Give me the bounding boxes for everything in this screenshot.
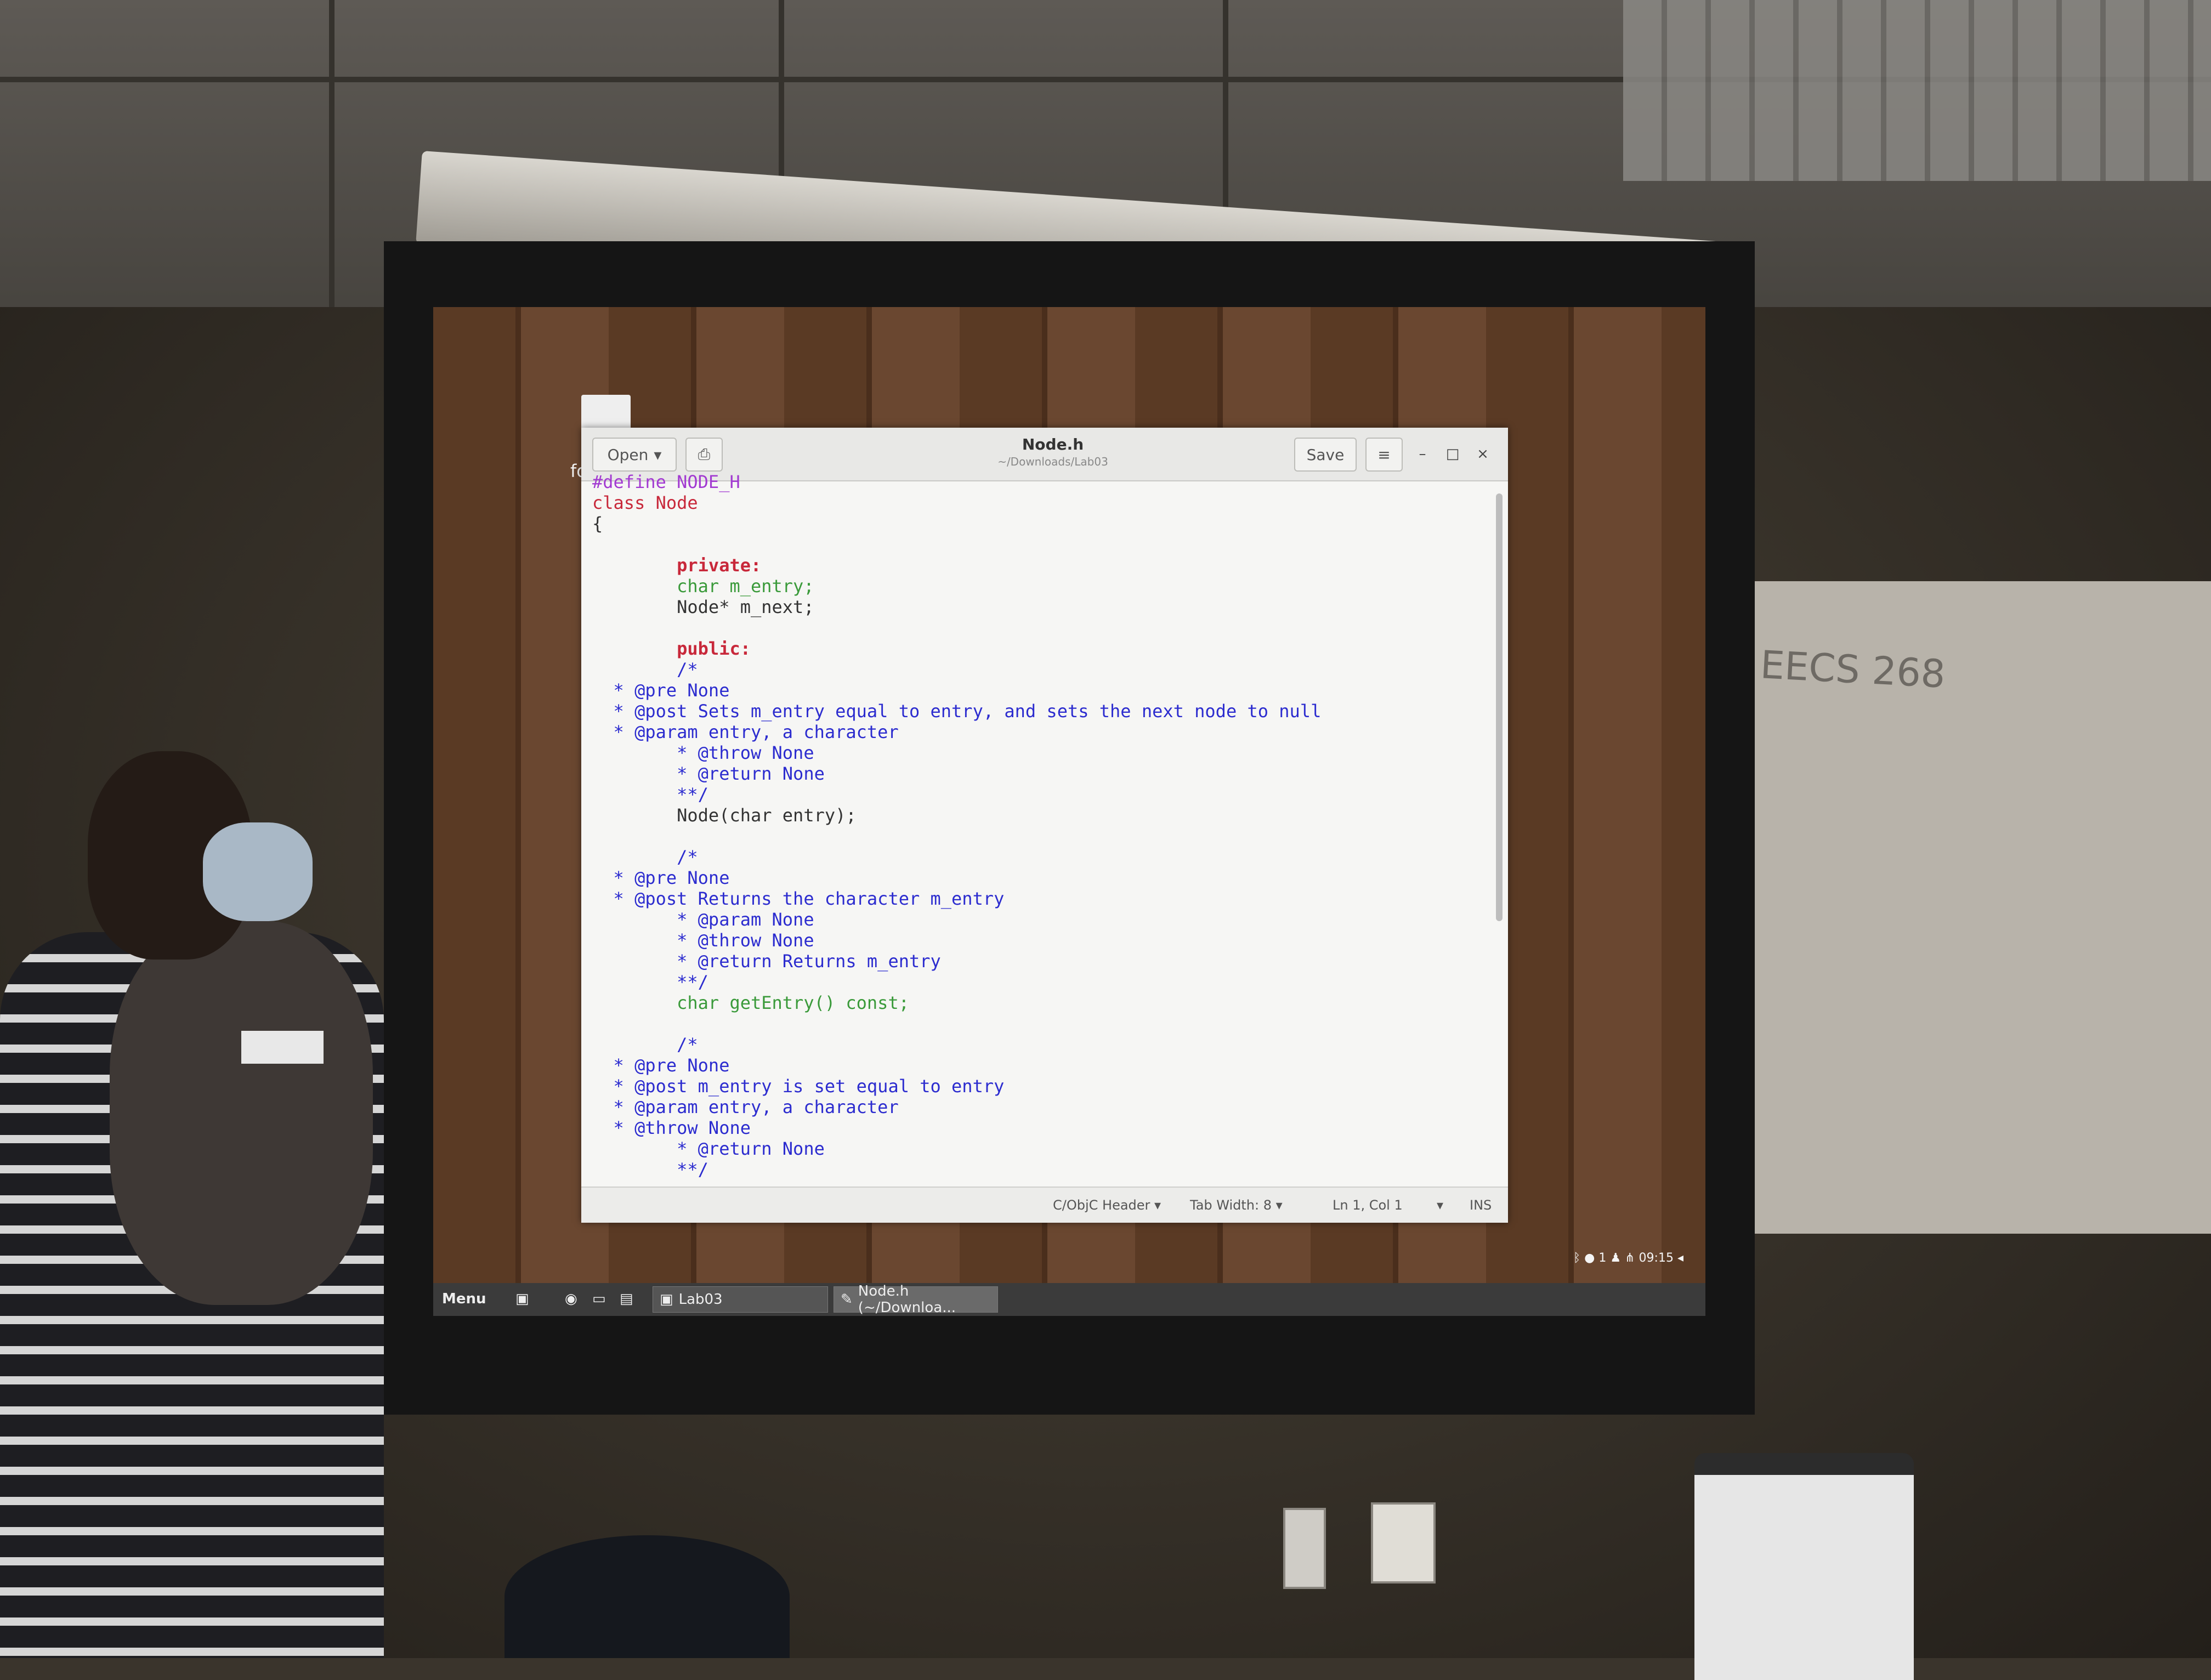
volume-icon[interactable]: ◂: [1677, 1251, 1683, 1265]
code-line: Node(char entry);: [592, 805, 857, 826]
insert-mode: INS: [1470, 1197, 1492, 1213]
new-document-button[interactable]: ⎙: [685, 438, 723, 472]
status-dropdown-icon[interactable]: ▾: [1437, 1197, 1443, 1213]
folder-icon: ▣: [660, 1291, 673, 1308]
window-title: Node.h: [1022, 435, 1084, 453]
code-line: * @post Returns the character m_entry: [592, 888, 1005, 909]
name-tag: [241, 1031, 324, 1064]
maximize-button[interactable]: □: [1439, 441, 1466, 467]
code-line: * @return Returns m_entry: [592, 951, 941, 972]
minimize-icon: –: [1419, 446, 1426, 462]
vertical-scrollbar[interactable]: [1496, 493, 1503, 921]
tab-width-label: Tab Width: 8: [1190, 1197, 1272, 1213]
firefox-icon[interactable]: ◉: [565, 1291, 577, 1307]
code-line: * @param entry, a character: [592, 1097, 899, 1117]
notification-count: 1: [1598, 1251, 1607, 1265]
taskbar-item-label: Lab03: [678, 1291, 723, 1308]
code-line: * @param None: [592, 909, 814, 930]
code-line: #define NODE_H: [592, 472, 740, 492]
bluetooth-icon[interactable]: ᛒ: [1573, 1251, 1580, 1265]
open-button-label: Open: [607, 445, 649, 464]
ceiling-light-panel: [1623, 0, 2211, 181]
status-bar: C/ObjC Header ▾ Tab Width: 8 ▾ Ln 1, Col…: [581, 1187, 1508, 1223]
folder-icon[interactable]: ▣: [515, 1291, 529, 1307]
code-line: * @throw None: [592, 930, 814, 951]
close-icon: ×: [1477, 446, 1489, 462]
taskbar: Menu ▣ ◉ ▭ ▤ ▣ Lab03 ✎ Node.h (~/Downloa…: [433, 1251, 1705, 1316]
air-purifier: [1694, 1453, 1914, 1680]
taskbar-item-label: Node.h (~/Downloa...: [858, 1283, 956, 1316]
hamburger-menu-button[interactable]: ≡: [1365, 438, 1403, 472]
network-icon[interactable]: ⋔: [1625, 1251, 1635, 1265]
code-line: **/: [592, 784, 708, 805]
language-selector[interactable]: C/ObjC Header ▾: [1053, 1197, 1161, 1213]
code-line: **/: [592, 972, 708, 992]
code-line: * @return None: [592, 763, 825, 784]
code-line: * @pre None: [592, 1055, 730, 1076]
language-label: C/ObjC Header: [1053, 1197, 1150, 1213]
menu-button[interactable]: Menu: [442, 1291, 486, 1307]
code-line: private:: [592, 555, 762, 576]
code-line: Node* m_next;: [592, 597, 814, 617]
presenter-scarf: [110, 921, 373, 1305]
open-button[interactable]: Open ▾: [592, 438, 677, 472]
text-editor-icon: ✎: [841, 1291, 853, 1308]
text-editor-window: Open ▾ ⎙ Node.h ~/Downloads/Lab03 Save ≡…: [581, 428, 1508, 1223]
minimize-button[interactable]: –: [1409, 441, 1436, 467]
code-editor-text[interactable]: #define NODE_H class Node{ private: char …: [592, 472, 1470, 1179]
code-line: /*: [592, 1034, 698, 1055]
taskbar-item-node-h[interactable]: ✎ Node.h (~/Downloa...: [834, 1283, 998, 1316]
window-subtitle: ~/Downloads/Lab03: [997, 455, 1108, 468]
projected-desktop: foo. Open ▾ ⎙ Node.h ~/Downloads/Lab03 S…: [433, 307, 1705, 1316]
code-line: * @pre None: [592, 680, 730, 701]
code-line: {: [592, 513, 603, 534]
code-line: /*: [592, 847, 698, 867]
chevron-down-icon: ▾: [654, 445, 662, 464]
code-line: * @return None: [592, 1138, 825, 1159]
user-icon[interactable]: ♟: [1610, 1251, 1621, 1265]
ceiling-beam: [329, 0, 335, 329]
save-button-label: Save: [1306, 445, 1345, 464]
tab-width-selector[interactable]: Tab Width: 8 ▾: [1190, 1197, 1283, 1213]
code-line: class Node: [592, 492, 698, 513]
wall-plate: [1371, 1502, 1436, 1583]
cursor-position[interactable]: Ln 1, Col 1: [1333, 1197, 1403, 1213]
close-button[interactable]: ×: [1470, 441, 1496, 467]
new-document-icon: ⎙: [698, 445, 711, 463]
save-button[interactable]: Save: [1294, 438, 1357, 472]
code-line: * @post m_entry is set equal to entry: [592, 1076, 1005, 1097]
whiteboard-text: EECS 268: [1759, 642, 1947, 697]
code-line: * @post Sets m_entry equal to entry, and…: [592, 701, 1322, 722]
code-line: * @pre None: [592, 867, 730, 888]
clock[interactable]: 09:15: [1639, 1251, 1674, 1265]
terminal-icon[interactable]: ▭: [592, 1291, 606, 1307]
system-tray: ᛒ ● 1 ♟ ⋔ 09:15 ◂: [1573, 1251, 1683, 1265]
code-line: * @throw None: [592, 742, 814, 763]
notification-icon[interactable]: ●: [1584, 1251, 1595, 1265]
code-line: public:: [592, 638, 751, 659]
taskbar-item-lab03[interactable]: ▣ Lab03: [653, 1286, 828, 1313]
maximize-icon: □: [1445, 446, 1460, 462]
code-line: /*: [592, 659, 698, 680]
chair-back: [504, 1535, 790, 1658]
code-line: * @param entry, a character: [592, 722, 899, 742]
code-line: char m_entry;: [592, 576, 814, 597]
code-line: * @throw None: [592, 1117, 751, 1138]
code-line: **/: [592, 1159, 708, 1179]
hamburger-icon: ≡: [1377, 445, 1391, 464]
face-mask: [203, 822, 313, 921]
wall-outlet: [1283, 1508, 1326, 1589]
code-line: char getEntry() const;: [592, 992, 909, 1013]
file-manager-icon[interactable]: ▤: [620, 1291, 633, 1307]
